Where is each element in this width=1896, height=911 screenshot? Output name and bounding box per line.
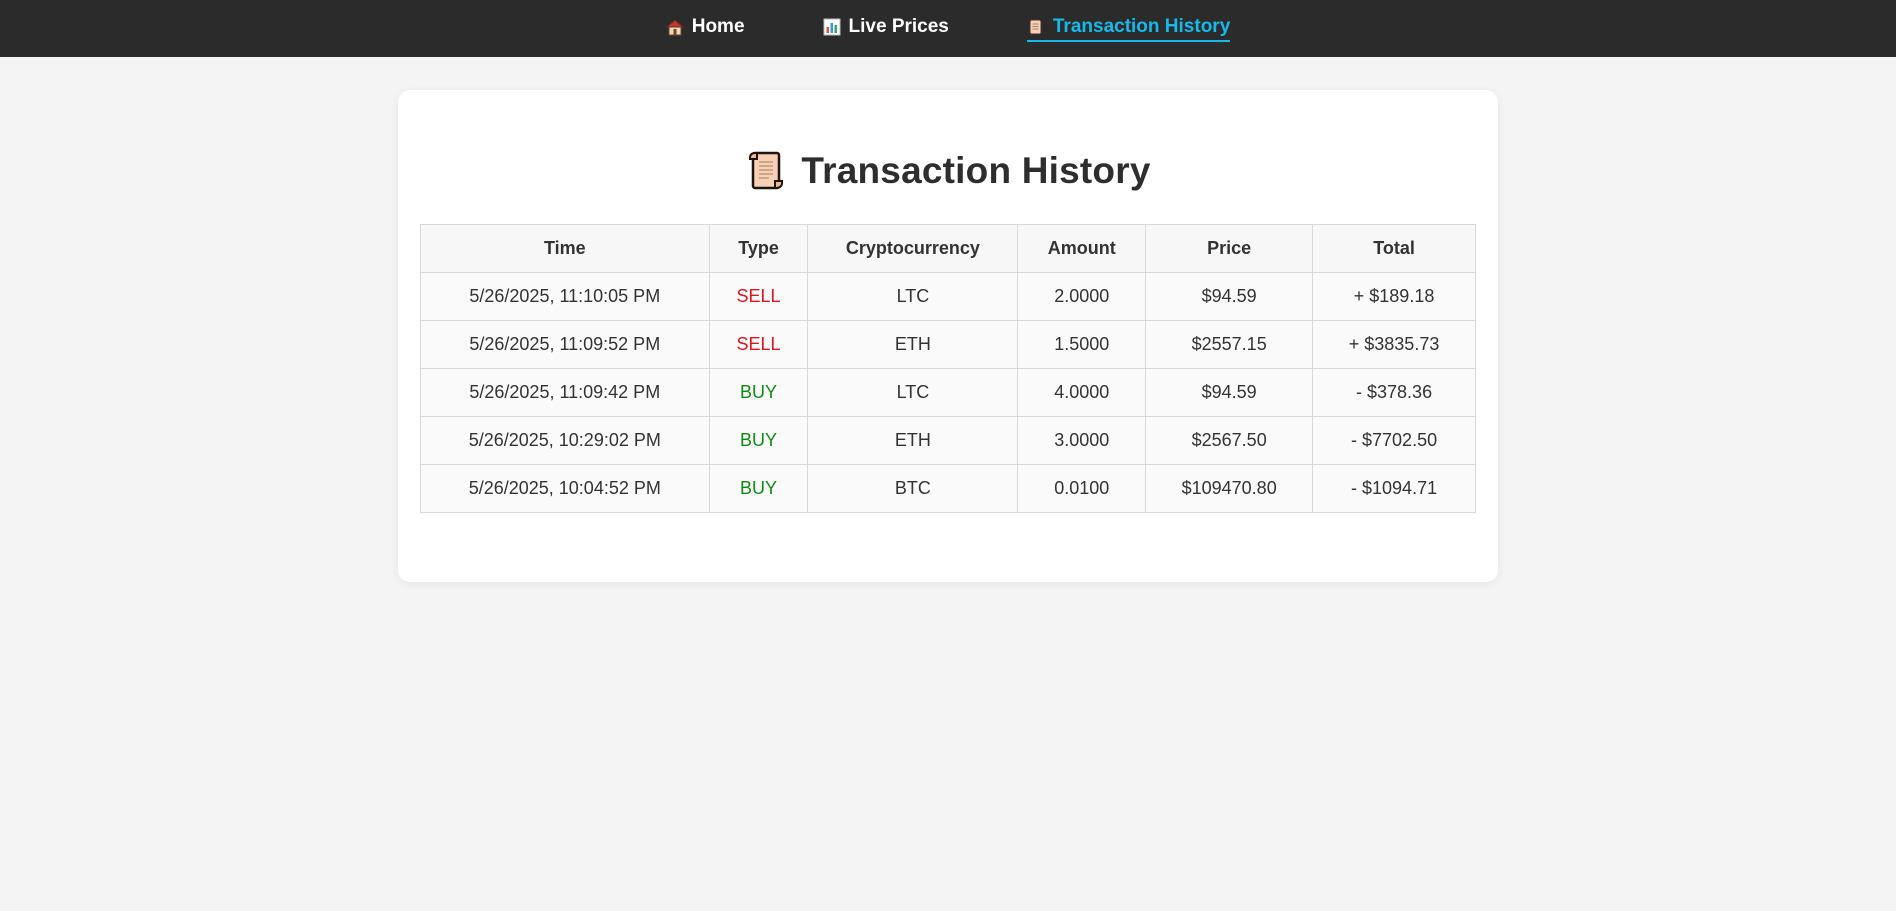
scroll-icon xyxy=(745,150,787,192)
cell-total: - $7702.50 xyxy=(1312,416,1476,465)
transaction-table: Time Type Cryptocurrency Amount Price To… xyxy=(420,224,1476,513)
cell-type: SELL xyxy=(708,272,809,321)
cell-type: SELL xyxy=(708,320,809,369)
cell-amount: 4.0000 xyxy=(1017,368,1147,417)
bar-chart-icon xyxy=(823,18,841,36)
cell-time: 5/26/2025, 11:10:05 PM xyxy=(420,272,710,321)
cell-time: 5/26/2025, 11:09:52 PM xyxy=(420,320,710,369)
cell-time: 5/26/2025, 11:09:42 PM xyxy=(420,368,710,417)
cell-price: $2567.50 xyxy=(1145,416,1314,465)
cell-total: - $378.36 xyxy=(1312,368,1476,417)
transaction-history-card: Transaction History Time Type Cryptocurr… xyxy=(398,90,1498,582)
table-row: 5/26/2025, 10:29:02 PM BUY ETH 3.0000 $2… xyxy=(420,416,1476,465)
cell-crypto: ETH xyxy=(807,320,1019,369)
page-title: Transaction History xyxy=(801,150,1151,191)
top-navbar: Home Live Prices Transaction History xyxy=(0,0,1896,57)
table-header-row: Time Type Cryptocurrency Amount Price To… xyxy=(420,224,1476,273)
cell-total: - $1094.71 xyxy=(1312,464,1476,513)
cell-type: BUY xyxy=(708,464,809,513)
cell-amount: 3.0000 xyxy=(1017,416,1147,465)
cell-amount: 0.0100 xyxy=(1017,464,1147,513)
cell-crypto: BTC xyxy=(807,464,1019,513)
header-time: Time xyxy=(420,224,710,273)
page-title-row: Transaction History xyxy=(398,150,1498,192)
header-amount: Amount xyxy=(1017,224,1147,273)
cell-price: $2557.15 xyxy=(1145,320,1314,369)
cell-crypto: LTC xyxy=(807,272,1019,321)
cell-price: $94.59 xyxy=(1145,272,1314,321)
cell-type: BUY xyxy=(708,416,809,465)
table-row: 5/26/2025, 11:09:42 PM BUY LTC 4.0000 $9… xyxy=(420,368,1476,417)
header-type: Type xyxy=(708,224,809,273)
nav-transaction-history-link[interactable]: Transaction History xyxy=(1026,15,1231,42)
cell-price: $94.59 xyxy=(1145,368,1314,417)
cell-price: $109470.80 xyxy=(1145,464,1314,513)
table-row: 5/26/2025, 10:04:52 PM BUY BTC 0.0100 $1… xyxy=(420,464,1476,513)
nav-live-prices-link[interactable]: Live Prices xyxy=(823,16,949,42)
header-cryptocurrency: Cryptocurrency xyxy=(807,224,1019,273)
cell-amount: 2.0000 xyxy=(1017,272,1147,321)
house-icon xyxy=(665,18,684,36)
table-row: 5/26/2025, 11:09:52 PM SELL ETH 1.5000 $… xyxy=(420,320,1476,369)
cell-type: BUY xyxy=(708,368,809,417)
nav-live-prices-label: Live Prices xyxy=(848,15,949,37)
cell-crypto: ETH xyxy=(807,416,1019,465)
cell-total: + $189.18 xyxy=(1312,272,1476,321)
cell-time: 5/26/2025, 10:29:02 PM xyxy=(420,416,710,465)
header-price: Price xyxy=(1145,224,1314,273)
cell-crypto: LTC xyxy=(807,368,1019,417)
nav-transaction-history-label: Transaction History xyxy=(1052,15,1231,37)
table-row: 5/26/2025, 11:10:05 PM SELL LTC 2.0000 $… xyxy=(420,272,1476,321)
nav-home-label: Home xyxy=(691,15,745,37)
header-total: Total xyxy=(1312,224,1476,273)
scroll-icon xyxy=(1027,18,1045,36)
cell-time: 5/26/2025, 10:04:52 PM xyxy=(420,464,710,513)
nav-home-link[interactable]: Home xyxy=(665,15,745,42)
cell-amount: 1.5000 xyxy=(1017,320,1147,369)
cell-total: + $3835.73 xyxy=(1312,320,1476,369)
